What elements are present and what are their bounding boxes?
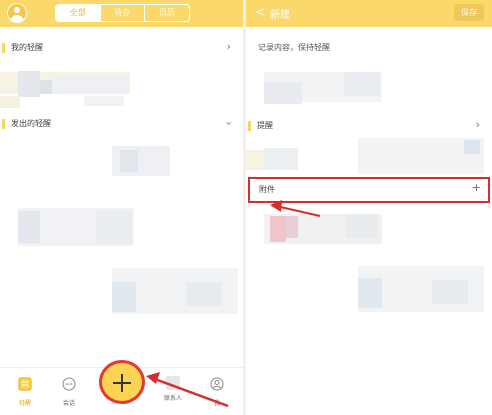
blurred-block (96, 210, 132, 244)
section-label-mine: 我的轻醒 (11, 43, 43, 52)
tab-todo[interactable]: 待办 (99, 5, 145, 21)
tab-calendar[interactable]: 日历 (144, 5, 189, 21)
blurred-block (186, 282, 222, 306)
chat-icon (62, 377, 76, 391)
section-marker (248, 121, 251, 131)
section-marker (2, 119, 5, 129)
chevron-right-icon: › (226, 40, 231, 53)
blurred-block (264, 148, 298, 170)
save-button[interactable]: 保存 (454, 4, 484, 21)
avatar-body (10, 15, 24, 22)
avatar-head (14, 7, 20, 13)
blurred-block (344, 72, 380, 96)
blurred-block (40, 80, 52, 94)
blurred-block (264, 82, 302, 104)
blurred-block (358, 278, 382, 308)
top-bar: < 新建 保存 (246, 0, 492, 27)
attachment-label: 附件 (259, 185, 275, 194)
blurred-block (464, 140, 480, 154)
add-button[interactable] (99, 360, 145, 404)
contacts-icon (166, 376, 180, 390)
section-marker (2, 43, 5, 53)
remind-label: 提醒 (257, 121, 273, 130)
new-reminder-screen: < 新建 保存 记录内容，保持轻醒 提醒 › 附件 + (246, 0, 492, 415)
blurred-block (270, 216, 286, 242)
section-sent-reminders[interactable]: 发出的轻醒 › (0, 115, 243, 133)
remind-row[interactable]: 提醒 › (246, 117, 492, 135)
tab-me[interactable]: 我 (202, 376, 232, 407)
tab-label: 会话 (62, 400, 75, 407)
tab-all[interactable]: 全部 (56, 5, 100, 21)
page-title: 新建 (270, 10, 290, 21)
blurred-block (18, 71, 40, 97)
blurred-block (18, 211, 40, 243)
tab-chat[interactable]: 会话 (54, 376, 84, 407)
attachment-row[interactable]: 附件 + (248, 177, 490, 203)
list-screen: 全部 待办 日历 我的轻醒 › 发出的轻醒 › 轻醒 会话 联系人 我 (0, 0, 243, 415)
chevron-down-icon: › (222, 121, 236, 126)
filter-segmented-control: 全部 待办 日历 (55, 4, 190, 22)
blurred-block (112, 282, 136, 312)
avatar[interactable] (7, 3, 27, 23)
tab-label: 我 (213, 400, 220, 407)
plus-icon[interactable]: + (472, 181, 481, 194)
person-icon (210, 377, 224, 391)
section-label-sent: 发出的轻醒 (11, 119, 51, 128)
blurred-block (432, 280, 468, 304)
section-my-reminders[interactable]: 我的轻醒 › (0, 39, 243, 57)
tab-reminders[interactable]: 轻醒 (10, 376, 40, 407)
tab-label: 轻醒 (18, 400, 31, 407)
blurred-block (246, 150, 264, 170)
top-bar: 全部 待办 日历 (0, 0, 243, 27)
blurred-block (346, 214, 378, 238)
blurred-block (0, 96, 20, 108)
chevron-right-icon: › (475, 118, 480, 131)
list-icon (18, 377, 32, 391)
blurred-block (286, 216, 298, 238)
chevron-left-icon[interactable]: < (255, 5, 265, 19)
content-input[interactable]: 记录内容，保持轻醒 (258, 42, 330, 53)
tab-label: 联系人 (163, 395, 182, 402)
blurred-block (120, 150, 138, 172)
tab-contacts[interactable]: 联系人 (158, 376, 188, 402)
blurred-block (52, 76, 128, 94)
blurred-block (84, 96, 124, 106)
